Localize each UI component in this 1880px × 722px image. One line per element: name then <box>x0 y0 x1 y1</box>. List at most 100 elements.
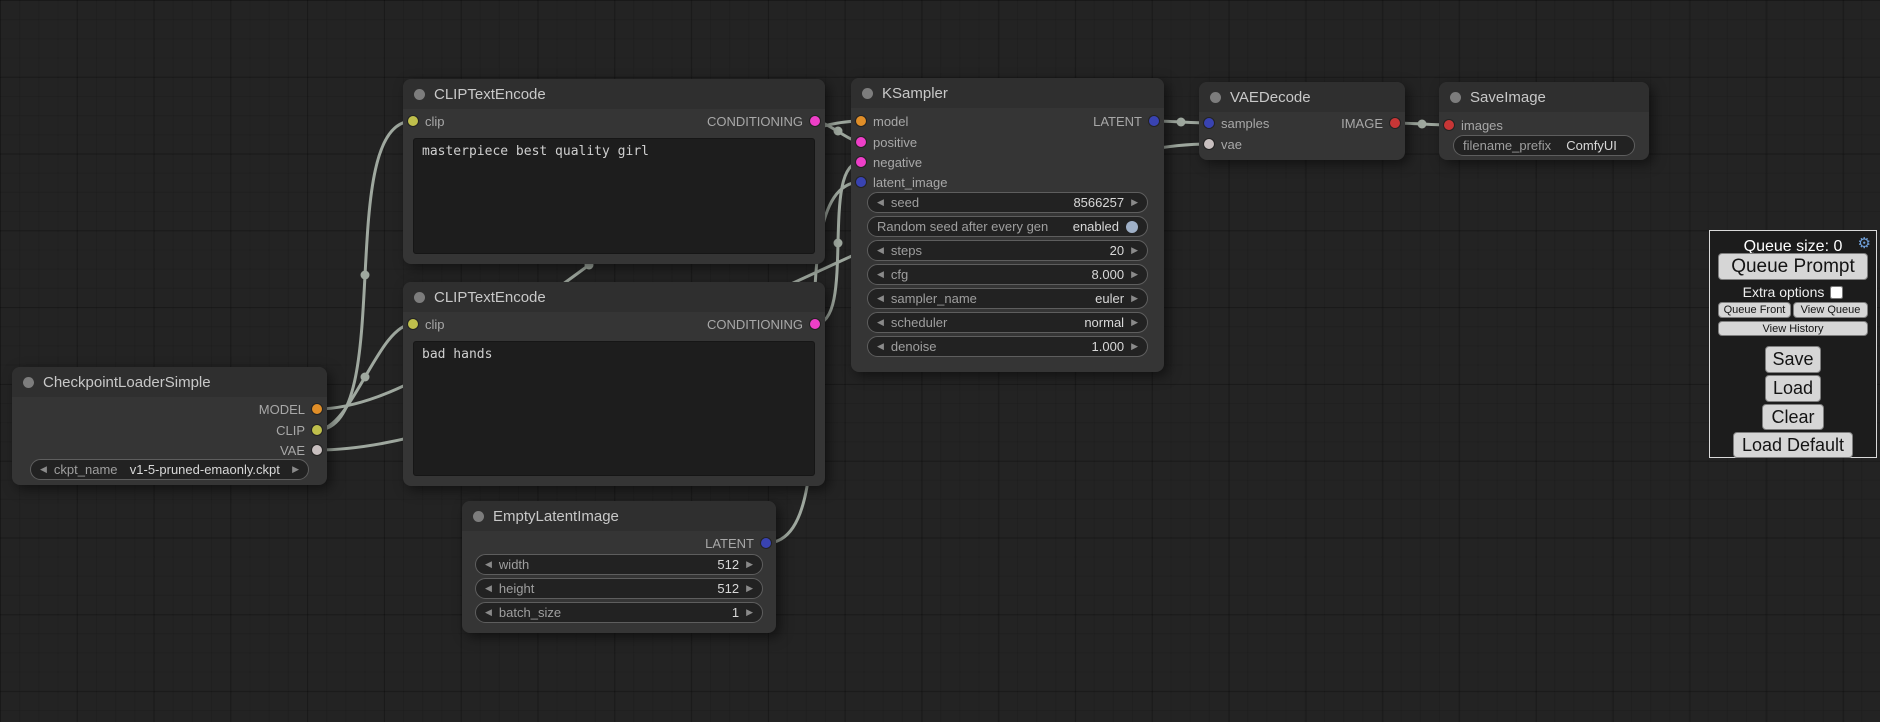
width-widget[interactable]: ◀ width 512 ▶ <box>475 554 763 575</box>
clip-output-port[interactable] <box>312 425 322 435</box>
node-title-bar[interactable]: VAEDecode <box>1199 82 1405 112</box>
node-title: CLIPTextEncode <box>434 289 546 306</box>
positive-input-port[interactable] <box>856 137 866 147</box>
steps-widget[interactable]: ◀ steps 20 ▶ <box>867 240 1148 261</box>
ckpt-name-widget[interactable]: ◀ ckpt_name v1-5-pruned-emaonly.ckpt ▶ <box>30 459 309 480</box>
latent-output-port[interactable] <box>761 538 771 548</box>
next-arrow-icon[interactable]: ▶ <box>1131 342 1138 351</box>
node-ksampler[interactable]: KSampler model positive negative latent_… <box>851 78 1164 372</box>
widget-label: denoise <box>891 339 937 354</box>
node-save-image[interactable]: SaveImage images filename_prefix ComfyUI <box>1439 82 1649 160</box>
next-arrow-icon[interactable]: ▶ <box>292 465 299 474</box>
node-clip-text-encode-positive[interactable]: CLIPTextEncode clip CONDITIONING masterp… <box>403 79 825 264</box>
image-output-port[interactable] <box>1390 118 1400 128</box>
load-default-button[interactable]: Load Default <box>1733 432 1853 458</box>
model-output-port[interactable] <box>312 404 322 414</box>
height-widget[interactable]: ◀ height 512 ▶ <box>475 578 763 599</box>
prev-arrow-icon[interactable]: ◀ <box>40 465 47 474</box>
negative-input-port[interactable] <box>856 157 866 167</box>
clip-input-port[interactable] <box>408 116 418 126</box>
node-vae-decode[interactable]: VAEDecode samples vae IMAGE <box>1199 82 1405 160</box>
images-input-port[interactable] <box>1444 120 1454 130</box>
port-label: MODEL <box>259 402 305 417</box>
node-title-bar[interactable]: KSampler <box>851 78 1164 108</box>
prev-arrow-icon[interactable]: ◀ <box>877 342 884 351</box>
next-arrow-icon[interactable]: ▶ <box>1131 246 1138 255</box>
queue-front-button[interactable]: Queue Front <box>1718 302 1791 318</box>
wire-midpoint-dot <box>361 271 370 280</box>
next-arrow-icon[interactable]: ▶ <box>1131 318 1138 327</box>
settings-icon[interactable]: ⚙ <box>1858 234 1871 252</box>
prev-arrow-icon[interactable]: ◀ <box>485 560 492 569</box>
input-row-vae: vae <box>1204 134 1242 154</box>
widget-value: v1-5-pruned-emaonly.ckpt <box>130 462 280 477</box>
extra-options-checkbox[interactable] <box>1830 286 1843 299</box>
collapse-dot-icon[interactable] <box>862 88 873 99</box>
prev-arrow-icon[interactable]: ◀ <box>877 270 884 279</box>
next-arrow-icon[interactable]: ▶ <box>1131 198 1138 207</box>
prev-arrow-icon[interactable]: ◀ <box>877 318 884 327</box>
clear-button[interactable]: Clear <box>1762 404 1824 430</box>
port-label: CONDITIONING <box>707 317 803 332</box>
prev-arrow-icon[interactable]: ◀ <box>485 584 492 593</box>
filename-prefix-widget[interactable]: filename_prefix ComfyUI <box>1453 135 1635 156</box>
next-arrow-icon[interactable]: ▶ <box>1131 270 1138 279</box>
node-title-bar[interactable]: CLIPTextEncode <box>403 282 825 312</box>
negative-prompt-textarea[interactable]: bad hands <box>413 341 815 476</box>
port-label: CLIP <box>276 423 305 438</box>
queue-prompt-button[interactable]: Queue Prompt <box>1718 253 1868 280</box>
save-button[interactable]: Save <box>1765 346 1821 373</box>
collapse-dot-icon[interactable] <box>23 377 34 388</box>
toggle-on-dot[interactable] <box>1126 221 1138 233</box>
collapse-dot-icon[interactable] <box>414 89 425 100</box>
latent-output-port[interactable] <box>1149 116 1159 126</box>
output-row-conditioning: CONDITIONING <box>707 111 820 131</box>
batch-size-widget[interactable]: ◀ batch_size 1 ▶ <box>475 602 763 623</box>
view-queue-button[interactable]: View Queue <box>1793 302 1868 318</box>
cfg-widget[interactable]: ◀ cfg 8.000 ▶ <box>867 264 1148 285</box>
seed-widget[interactable]: ◀ seed 8566257 ▶ <box>867 192 1148 213</box>
node-checkpoint-loader[interactable]: CheckpointLoaderSimple MODEL CLIP VAE ◀ … <box>12 367 327 485</box>
next-arrow-icon[interactable]: ▶ <box>1131 294 1138 303</box>
samples-input-port[interactable] <box>1204 118 1214 128</box>
extra-options-row: Extra options <box>1710 284 1876 300</box>
widget-value: 512 <box>717 557 739 572</box>
conditioning-output-port[interactable] <box>810 116 820 126</box>
prev-arrow-icon[interactable]: ◀ <box>877 198 884 207</box>
latent-image-input-port[interactable] <box>856 177 866 187</box>
load-button[interactable]: Load <box>1765 375 1821 402</box>
widget-value: 8.000 <box>1092 267 1125 282</box>
node-empty-latent-image[interactable]: EmptyLatentImage LATENT ◀ width 512 ▶ ◀ … <box>462 501 776 633</box>
collapse-dot-icon[interactable] <box>414 292 425 303</box>
sampler-name-widget[interactable]: ◀ sampler_name euler ▶ <box>867 288 1148 309</box>
node-clip-text-encode-negative[interactable]: CLIPTextEncode clip CONDITIONING bad han… <box>403 282 825 486</box>
prev-arrow-icon[interactable]: ◀ <box>485 608 492 617</box>
vae-output-port[interactable] <box>312 445 322 455</box>
next-arrow-icon[interactable]: ▶ <box>746 584 753 593</box>
next-arrow-icon[interactable]: ▶ <box>746 560 753 569</box>
comfyui-canvas[interactable]: { "canvas": { "background": "#232323", "… <box>0 0 1880 722</box>
positive-prompt-textarea[interactable]: masterpiece best quality girl <box>413 138 815 254</box>
collapse-dot-icon[interactable] <box>1450 92 1461 103</box>
prev-arrow-icon[interactable]: ◀ <box>877 294 884 303</box>
output-row-image: IMAGE <box>1341 113 1400 133</box>
output-row-latent: LATENT <box>1093 111 1159 131</box>
node-title-bar[interactable]: CheckpointLoaderSimple <box>12 367 327 397</box>
widget-value: 1 <box>732 605 739 620</box>
next-arrow-icon[interactable]: ▶ <box>746 608 753 617</box>
vae-input-port[interactable] <box>1204 139 1214 149</box>
widget-value: 8566257 <box>1073 195 1124 210</box>
node-title-bar[interactable]: CLIPTextEncode <box>403 79 825 109</box>
node-title-bar[interactable]: SaveImage <box>1439 82 1649 112</box>
view-history-button[interactable]: View History <box>1718 321 1868 336</box>
prev-arrow-icon[interactable]: ◀ <box>877 246 884 255</box>
collapse-dot-icon[interactable] <box>473 511 484 522</box>
collapse-dot-icon[interactable] <box>1210 92 1221 103</box>
model-input-port[interactable] <box>856 116 866 126</box>
clip-input-port[interactable] <box>408 319 418 329</box>
random-seed-toggle-widget[interactable]: Random seed after every gen enabled <box>867 216 1148 237</box>
denoise-widget[interactable]: ◀ denoise 1.000 ▶ <box>867 336 1148 357</box>
conditioning-output-port[interactable] <box>810 319 820 329</box>
scheduler-widget[interactable]: ◀ scheduler normal ▶ <box>867 312 1148 333</box>
node-title-bar[interactable]: EmptyLatentImage <box>462 501 776 531</box>
